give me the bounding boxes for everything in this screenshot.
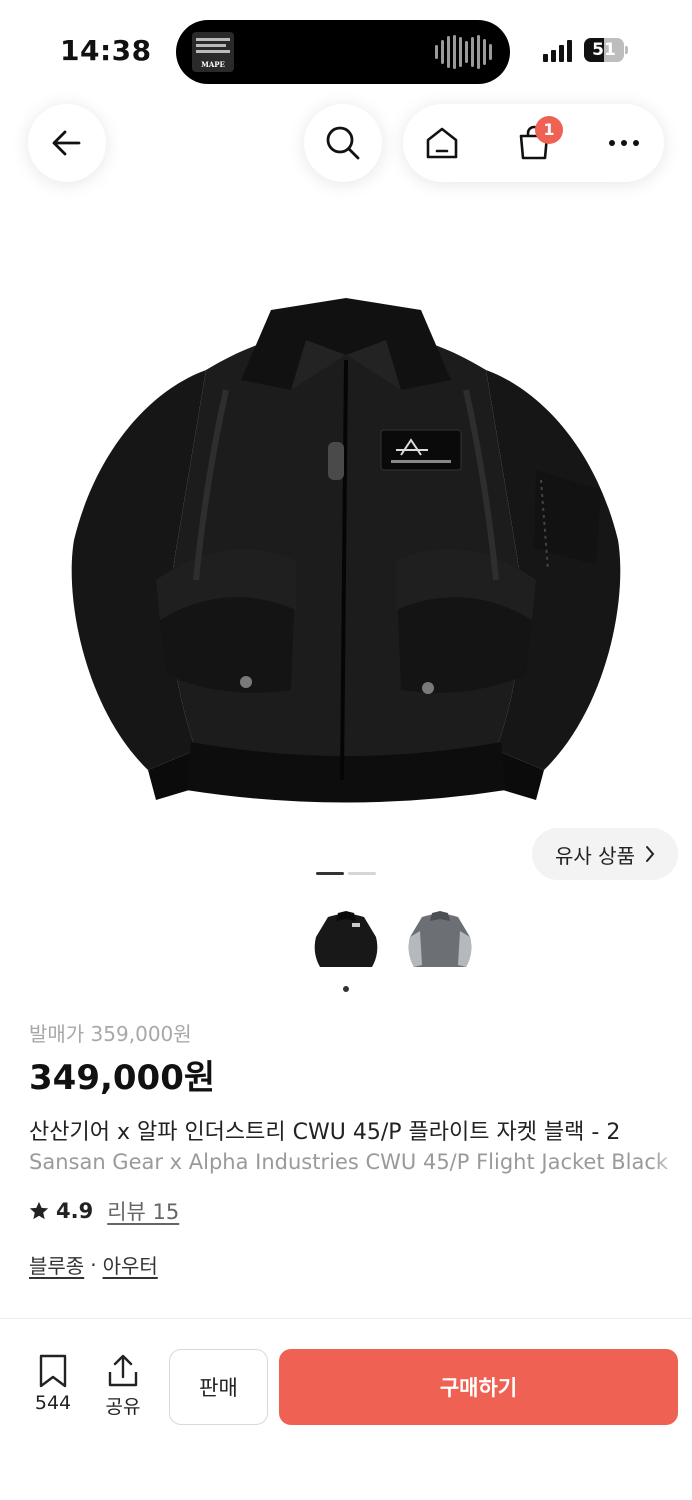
now-playing-artwork: MAPE — [192, 32, 234, 72]
nav-action-group — [403, 104, 664, 182]
divider — [0, 1318, 692, 1319]
star-icon — [29, 1201, 49, 1220]
cart-button[interactable] — [505, 104, 563, 182]
rating-score: 4.9 — [56, 1199, 94, 1223]
bookmark-icon — [39, 1354, 67, 1388]
share-button[interactable]: 공유 — [93, 1354, 153, 1419]
release-price: 발매가 359,000원 — [29, 1022, 192, 1046]
sell-button[interactable]: 판매 — [169, 1349, 268, 1425]
product-title-korean-text: 산산기어 x 알파 인더스트리 CWU 45/P 플라이트 자켓 블랙 - 2 — [29, 1120, 621, 1145]
grey-jacket-thumbnail-icon — [408, 911, 472, 967]
category-separator: · — [90, 1252, 97, 1277]
share-icon — [108, 1354, 138, 1387]
battery-icon: 51 — [584, 38, 628, 62]
dynamic-island[interactable]: MAPE — [176, 20, 510, 84]
category-link-outer[interactable]: 아우터 — [103, 1250, 158, 1279]
product-price: 349,000원 — [29, 1058, 216, 1098]
chevron-right-icon — [645, 846, 655, 862]
home-icon — [426, 127, 458, 159]
bookmark-button[interactable]: 544 — [23, 1354, 83, 1414]
cellular-signal-icon — [543, 40, 572, 62]
more-horizontal-icon — [609, 140, 639, 146]
now-playing-art-label: MAPE — [201, 60, 225, 69]
bookmark-count: 544 — [34, 1392, 72, 1414]
product-title-korean: 산산기어 x 알파 인더스트리 CWU 45/P 플라이트 자켓 블랙 - 2 — [29, 1114, 692, 1146]
product-title-english: Sansan Gear x Alpha Industries CWU 45/P … — [29, 1150, 692, 1174]
slide-dot-2 — [348, 872, 376, 875]
category-link-blouson[interactable]: 블루종 — [29, 1250, 84, 1279]
status-time: 14:38 — [60, 34, 152, 67]
review-link[interactable]: 리뷰 15 — [107, 1196, 179, 1226]
search-icon — [326, 126, 360, 160]
thumbnail-selected-dot — [343, 986, 349, 992]
category-breadcrumb: 블루종 · 아우터 — [29, 1250, 158, 1279]
rating-row: 4.9 리뷰 15 — [28, 1196, 179, 1226]
thumbnail-grey-jacket[interactable] — [402, 904, 478, 974]
home-button[interactable] — [413, 104, 471, 182]
back-button[interactable] — [28, 104, 106, 182]
product-image[interactable] — [56, 280, 636, 810]
flight-jacket-image — [71, 298, 621, 803]
battery-level: 51 — [592, 40, 616, 60]
cart-count-badge: 1 — [535, 116, 563, 144]
share-label: 공유 — [105, 1396, 141, 1418]
arrow-left-icon — [52, 130, 81, 156]
more-button[interactable] — [595, 104, 653, 182]
slide-indicator — [316, 872, 376, 875]
slide-dot-1 — [316, 872, 344, 875]
status-bar: 14:38 MAPE 51 — [0, 0, 692, 100]
black-jacket-thumbnail-icon — [314, 911, 378, 967]
search-button[interactable] — [304, 104, 382, 182]
similar-products-button[interactable]: 유사 상품 — [532, 828, 678, 880]
buy-button[interactable]: 구매하기 — [279, 1349, 678, 1425]
product-title-english-text: Sansan Gear x Alpha Industries CWU 45/P … — [29, 1150, 669, 1174]
thumbnail-strip — [308, 904, 478, 974]
similar-products-label: 유사 상품 — [555, 843, 635, 868]
audio-waveform-icon — [435, 35, 492, 69]
thumbnail-black-jacket[interactable] — [308, 904, 384, 974]
